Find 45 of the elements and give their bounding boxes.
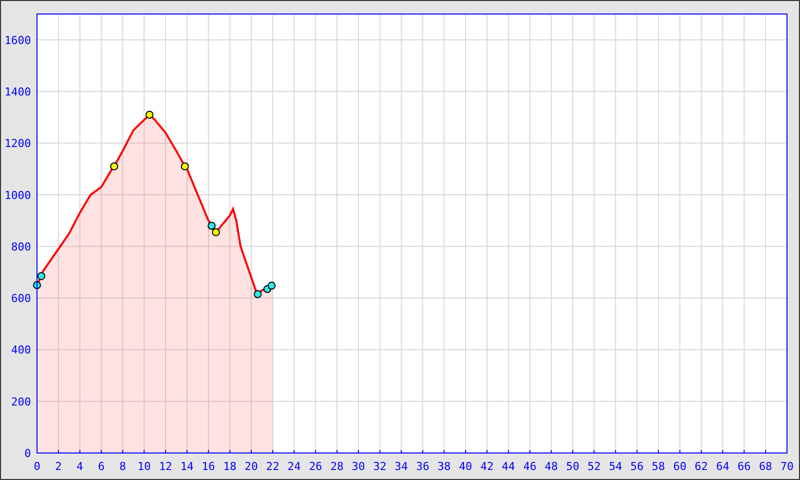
axis-tick-label: 16: [202, 460, 216, 473]
axis-tick-label: 22: [266, 460, 280, 473]
axis-tick-label: 36: [416, 460, 430, 473]
axis-tick-label: 26: [308, 460, 322, 473]
axis-tick-label: 800: [11, 240, 31, 254]
axis-tick-label: 68: [758, 460, 772, 473]
axis-tick-label: 38: [438, 460, 451, 473]
axis-tick-label: 10: [138, 460, 151, 473]
axis-tick-label: 0: [34, 460, 40, 473]
axis-tick-label: 400: [11, 344, 31, 357]
axis-tick-label: 12: [158, 460, 172, 473]
axis-tick-label: 64: [716, 460, 730, 473]
axis-tick-label: 62: [694, 460, 708, 473]
axis-tick-label: 2: [55, 460, 62, 473]
axis-tick-label: 20: [244, 460, 258, 473]
axis-tick-label: 34: [394, 460, 408, 473]
axis-tick-label: 1600: [4, 34, 31, 47]
axis-tick-label: 14: [180, 460, 194, 473]
axis-tick-label: 6: [98, 460, 105, 473]
axis-tick-label: 24: [288, 460, 301, 473]
axis-tick-label: 40: [458, 460, 472, 473]
axis-tick-label: 56: [630, 460, 644, 473]
axis-tick-label: 1400: [4, 85, 31, 98]
axis-tick-label: 18: [223, 460, 236, 473]
axis-tick-label: 28: [330, 460, 344, 473]
axis-tick-label: 46: [523, 460, 536, 473]
axis-tick-label: 66: [738, 460, 751, 473]
axis-tick-label: 200: [11, 395, 31, 408]
axis-tick-label: 52: [588, 460, 601, 473]
axis-tick-label: 42: [480, 460, 494, 473]
axis-tick-label: 30: [352, 460, 366, 473]
axis-tick-label: 600: [11, 292, 31, 306]
axis-tick-label: 60: [673, 460, 686, 473]
axis-tick-label: 0: [24, 447, 31, 460]
axis-tick-label: 1000: [4, 188, 31, 202]
axis-tick-label: 58: [652, 460, 666, 473]
axis-tick-label: 54: [608, 460, 622, 473]
axis-tick-label: 44: [502, 460, 516, 473]
axis-tick-label: 1200: [4, 137, 31, 150]
axis-tick-label: 8: [119, 460, 126, 473]
axis-tick-label: 48: [544, 460, 558, 473]
axis-tick-label: 32: [373, 460, 386, 473]
axis-tick-label: 70: [780, 460, 794, 473]
axis-tick-label: 50: [566, 460, 580, 473]
axis-tick-label: 4: [76, 460, 84, 473]
